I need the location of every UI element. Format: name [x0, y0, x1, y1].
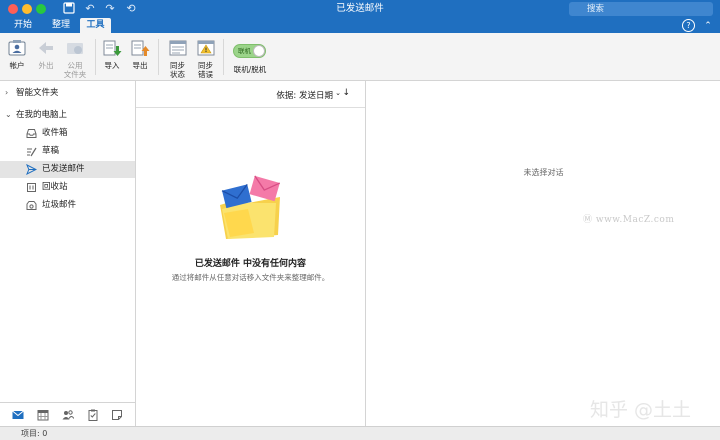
empty-state-title: 已发送邮件 中没有任何内容 [194, 259, 307, 269]
toggle-knob [253, 45, 265, 57]
tab-organize[interactable]: 整理 [44, 18, 78, 33]
online-offline-toggle[interactable]: 联机 [233, 44, 266, 58]
drafts-icon [26, 146, 37, 157]
accounts-button[interactable]: 帐户 [4, 38, 30, 70]
folder-sidebar: › 智能文件夹 ⌄ 在我的电脑上 收件箱 草稿 已发送邮件 回收站 垃圾邮件 [0, 81, 136, 426]
import-button[interactable]: 导入 [100, 38, 124, 70]
macz-watermark: Ⓜ www.MacZ.com [583, 215, 675, 225]
chevron-down-icon[interactable]: ⌄ [5, 107, 13, 123]
sidebar-item-junk[interactable]: 垃圾邮件 [0, 197, 135, 214]
smart-folders-group[interactable]: › 智能文件夹 [0, 85, 135, 101]
sync-icon[interactable]: ⟲ [124, 2, 138, 16]
chevron-down-icon[interactable]: ⌄ [335, 89, 341, 97]
collapse-ribbon-icon[interactable]: ⌃ [702, 20, 714, 32]
sync-errors-icon [196, 38, 216, 58]
item-count: 项目: 0 [21, 429, 48, 438]
export-icon [130, 38, 150, 58]
online-offline-label: 联机/脱机 [233, 65, 267, 74]
close-window-button[interactable] [8, 4, 18, 14]
public-folders-icon [65, 38, 85, 58]
ribbon-tab-bar: 开始 整理 工具 ? ⌃ [0, 18, 720, 33]
chevron-right-icon[interactable]: › [5, 85, 13, 101]
export-button[interactable]: 导出 [128, 38, 152, 70]
sort-direction-icon[interactable]: ↓ [342, 88, 350, 98]
sync-status-icon [168, 38, 188, 58]
tab-home[interactable]: 开始 [6, 18, 40, 33]
undo-icon[interactable]: ↶ [83, 2, 97, 16]
sidebar-item-trash[interactable]: 回收站 [0, 179, 135, 196]
minimize-window-button[interactable] [22, 4, 32, 14]
tasks-icon[interactable] [87, 409, 99, 421]
notes-icon[interactable] [111, 409, 123, 421]
zoom-window-button[interactable] [36, 4, 46, 14]
on-my-computer-group[interactable]: ⌄ 在我的电脑上 [0, 107, 135, 123]
redo-icon[interactable]: ↷ [103, 2, 117, 16]
ribbon: 帐户 外出 公用 文件夹 导入 导出 同步 状态 同步 错误 联机 联机/脱机 [0, 33, 720, 81]
junk-icon [26, 200, 37, 211]
reading-pane: 未选择对话 [367, 81, 720, 426]
save-icon[interactable] [62, 2, 76, 16]
tab-tools[interactable]: 工具 [80, 18, 111, 33]
sort-by-button[interactable]: 依据: 发送日期 [276, 89, 333, 101]
sidebar-item-drafts[interactable]: 草稿 [0, 143, 135, 160]
sort-bar: 依据: 发送日期 ⌄ ↓ [136, 81, 365, 108]
status-bar: 项目: 0 [0, 426, 720, 440]
sidebar-item-sent[interactable]: 已发送邮件 [0, 161, 135, 178]
sent-icon [26, 163, 38, 176]
trash-icon [26, 182, 37, 193]
title-bar: ↶ ↷ ⟲ 已发送邮件 [0, 0, 720, 18]
people-icon[interactable] [62, 409, 75, 421]
sidebar-item-inbox[interactable]: 收件箱 [0, 125, 135, 142]
empty-state-subtitle: 通过将邮件从任意对话移入文件夹来整理邮件。 [171, 273, 330, 282]
help-icon[interactable]: ? [682, 19, 695, 32]
accounts-icon [7, 38, 27, 58]
out-of-office-button[interactable]: 外出 [33, 38, 59, 70]
module-navbar [0, 402, 135, 426]
ribbon-separator [95, 39, 96, 75]
mail-icon[interactable] [12, 409, 24, 421]
public-folders-button[interactable]: 公用 文件夹 [62, 38, 88, 79]
out-of-office-icon [36, 38, 56, 58]
empty-folder-icon [218, 175, 284, 243]
calendar-icon[interactable] [37, 409, 49, 421]
watermark-logo-icon: Ⓜ [583, 215, 593, 225]
no-selection-text: 未选择对话 [523, 168, 564, 177]
zhihu-watermark: 知乎 @土土 [590, 399, 692, 421]
inbox-icon [26, 128, 37, 139]
sync-status-button[interactable]: 同步 状态 [165, 38, 190, 79]
import-icon [102, 38, 122, 58]
search-input[interactable] [569, 2, 713, 16]
sync-errors-button[interactable]: 同步 错误 [193, 38, 218, 79]
message-list-pane: 依据: 发送日期 ⌄ ↓ 已发送邮件 中没有任何内容 通过将邮件从任意对话移入文… [136, 81, 366, 426]
ribbon-separator [158, 39, 159, 75]
